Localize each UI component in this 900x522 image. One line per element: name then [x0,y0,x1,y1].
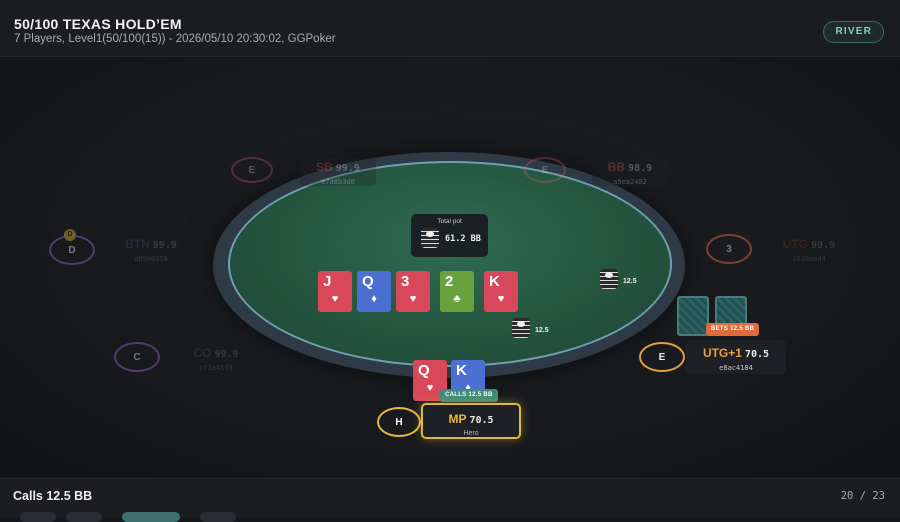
heart-icon: ♥ [331,293,339,305]
seat-name: BTN [125,237,150,251]
seat-info: UTG+1 70.5 e8ac4184 [686,340,786,374]
seat-info: BTN 99.9 d09a0058 [112,235,190,263]
seat-name: MP [448,412,467,426]
replay-prev-button[interactable] [66,512,102,522]
card-rank: Q [418,362,430,379]
seat-stack: 98.9 [628,163,653,174]
card-rank: 3 [401,273,410,290]
seat-stack: 99.9 [811,240,836,251]
chip-stack-icon [600,269,618,289]
table-felt [228,161,672,367]
card-rank: 2 [445,273,454,290]
seat-id: e8ac4184 [719,364,753,372]
card-rank: K [456,362,467,379]
card-rank: Q [362,273,374,290]
seat-name: CO [193,346,212,360]
call-action-tag: CALLS 12.5 BB [440,389,498,402]
replay-next-button[interactable] [200,512,236,522]
seat-id: cf1a41f3 [199,364,233,372]
card-back-icon [677,296,709,336]
heart-icon: ♥ [497,293,505,305]
total-pot: Total pot 61.2 BB [411,214,488,257]
step-counter: 20 / 23 [840,490,885,502]
seat-stack: 70.5 [744,349,770,360]
seat-info: UTG 99.9 3610bbd4 [770,235,848,263]
seat-badge: E [231,157,273,183]
replay-play-button[interactable] [122,512,180,522]
seat-name: SB [316,160,333,174]
seat-info: SB 99.9 e7a8b3d0 [300,158,376,186]
pot-label: Total pot [437,218,462,225]
hand-header: 50/100 TEXAS HOLD’EM 7 Players, Level1(5… [0,0,900,57]
seat-badge: H [377,407,421,437]
replay-first-button[interactable] [20,512,56,522]
seat-info: CO 99.9 cf1a41f3 [178,344,254,372]
pot-value: 61.2 BB [445,234,481,244]
seat-stack: 99.9 [335,163,360,174]
seat-id: e7a8b3d0 [321,178,355,186]
game-title: 50/100 TEXAS HOLD’EM [14,16,182,32]
board-card: K ♥ [484,271,518,312]
seat-name: UTG [782,237,809,251]
card-rank: K [489,273,500,290]
chip-stack-icon [512,318,530,338]
current-action: Calls 12.5 BB [13,489,93,503]
seat-info: MP 70.5 Hero [421,403,521,439]
seat-stack: 99.9 [152,240,177,251]
table-stage: Total pot 61.2 BB J ♥ Q ♦ 3 ♥ 2 ♣ K ♥ 12… [0,57,900,477]
chip-stack-icon [421,228,439,248]
seat-name: UTG+1 [702,346,742,360]
card-rank: J [323,273,332,290]
diamond-icon: ♦ [371,293,377,305]
seat-badge: E [639,342,685,372]
bet-action-tag: BETS 12.5 BB [706,323,760,336]
board-card: J ♥ [318,271,352,312]
heart-icon: ♥ [409,293,417,305]
seat-info: BB 98.9 a9ea2402 [592,158,668,186]
dealer-button-icon: D [64,229,76,241]
seat-badge: C [114,342,160,372]
seat-id: Hero [463,430,479,437]
seat-name: BB [607,160,626,174]
hero-bet-amount: 12.5 [535,327,549,334]
seat-id: 3610bbd4 [792,255,826,263]
seat-id: a9ea2402 [613,178,647,186]
seat-badge: E [524,157,566,183]
seat-stack: 70.5 [469,415,494,426]
club-icon: ♣ [453,293,461,305]
board-card: Q ♦ [357,271,391,312]
utg1-bet-amount: 12.5 [623,278,637,285]
hand-info: 7 Players, Level1(50/100(15)) - 2026/05/… [14,33,336,45]
board-card: 3 ♥ [396,271,430,312]
street-badge: RIVER [823,21,884,43]
board-card: 2 ♣ [440,271,474,312]
seat-stack: 99.9 [214,349,239,360]
seat-badge: 3 [706,234,752,264]
seat-id: d09a0058 [134,255,168,263]
